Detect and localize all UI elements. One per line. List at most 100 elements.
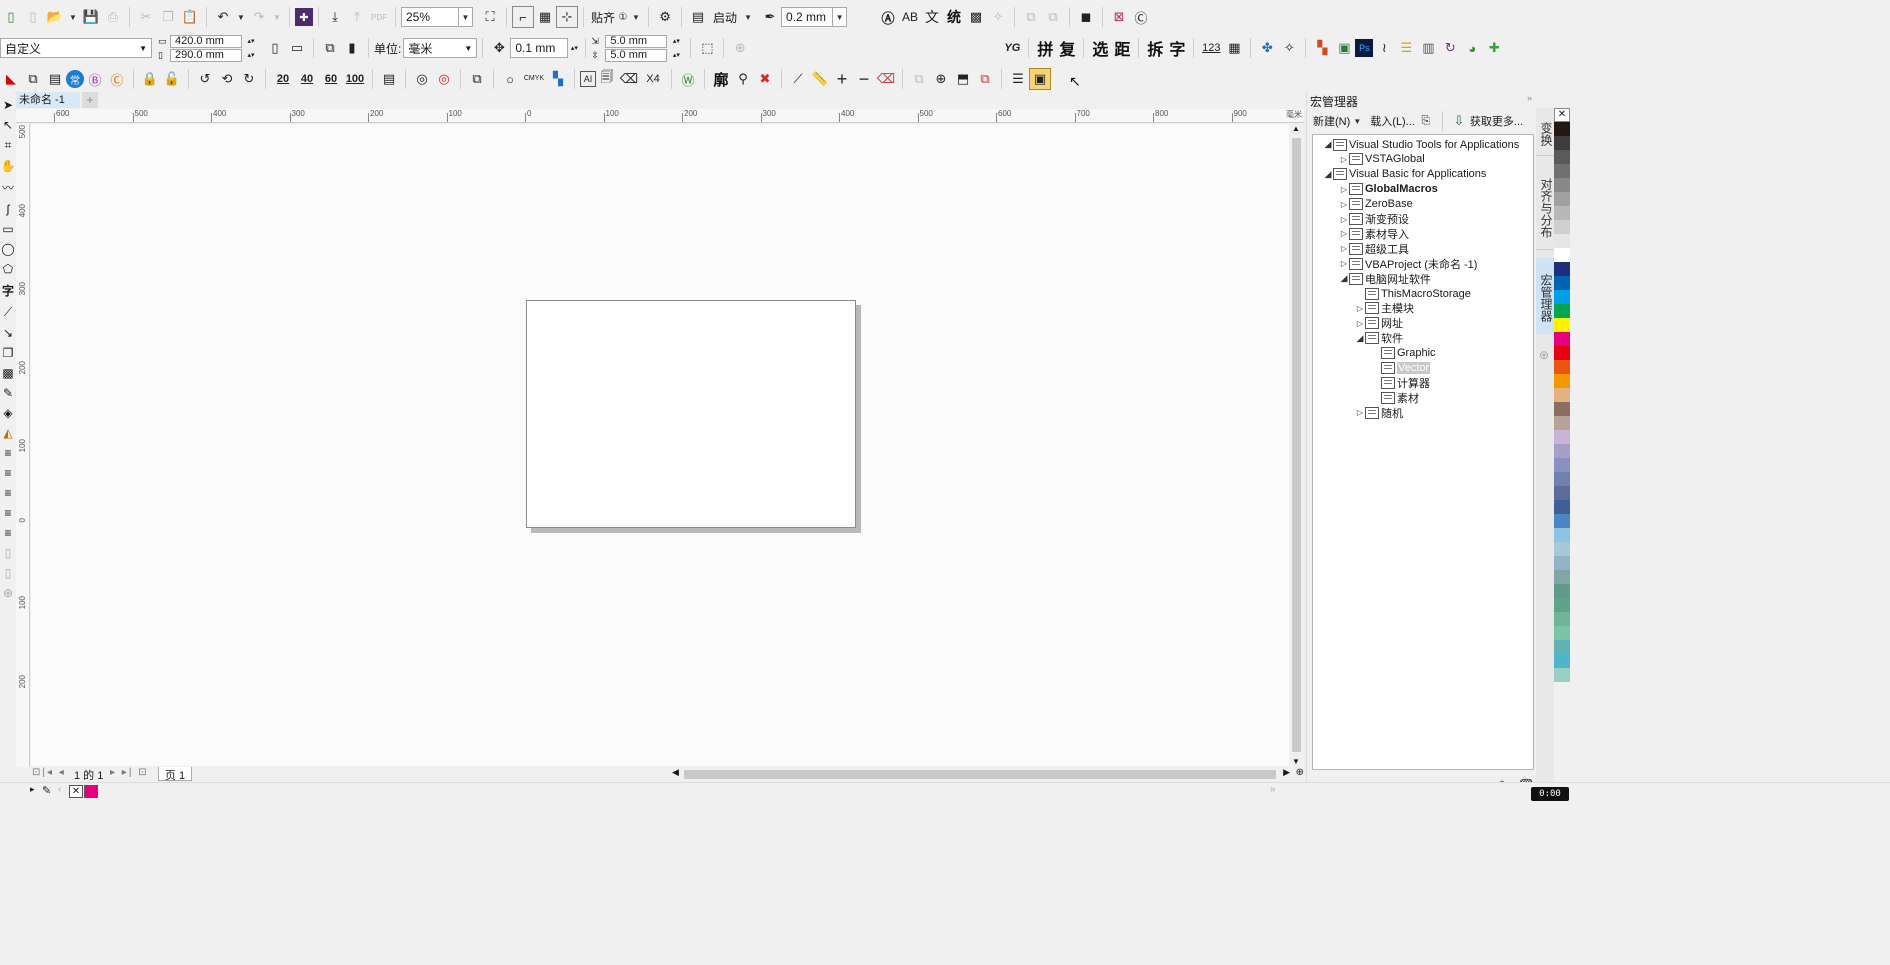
add-docker-icon[interactable]: ⊕ xyxy=(1539,348,1549,362)
tree-expand-icon[interactable]: ▷ xyxy=(1339,229,1349,238)
tree-expand-icon[interactable]: ▷ xyxy=(1339,200,1349,209)
outline-width-dropdown-icon[interactable]: ▼ xyxy=(833,7,848,27)
color-swatch[interactable] xyxy=(1554,486,1570,500)
tree-expand-icon[interactable]: ▷ xyxy=(1339,215,1349,224)
dimension-tool-icon[interactable]: ⟋ xyxy=(4,305,12,320)
duplicate-y-input[interactable]: 5.0 mm xyxy=(605,48,668,62)
wand-icon[interactable]: ✧ xyxy=(987,6,1009,28)
macro-pin-button[interactable]: 拼 xyxy=(1034,37,1056,59)
macro-yg-button[interactable]: YG xyxy=(1001,37,1023,59)
color-swatch[interactable] xyxy=(1554,360,1570,374)
arrow-loop-icon[interactable]: ↻ xyxy=(1439,37,1461,59)
size-100-button[interactable]: 100 xyxy=(343,68,367,90)
show-rulers-icon[interactable]: ⌐ xyxy=(512,6,534,28)
transparency-tool-icon[interactable]: ▩ xyxy=(2,366,13,380)
page-tab[interactable]: 页 1 xyxy=(158,767,192,782)
pattern-icon[interactable]: ▩ xyxy=(965,6,987,28)
docker-tab-align[interactable]: 对齐与分布 xyxy=(1536,166,1554,250)
color-swatch[interactable] xyxy=(1554,192,1570,206)
full-screen-icon[interactable]: ⛶ xyxy=(479,6,501,28)
macro-tree-node[interactable]: ▷ 素材导入 xyxy=(1339,226,1409,241)
docker-collapse-icon[interactable]: » xyxy=(1527,93,1532,103)
color-swatch[interactable] xyxy=(1554,164,1570,178)
target-icon[interactable]: ◎ xyxy=(411,68,433,90)
text-tool-icon[interactable]: 字 xyxy=(2,282,14,299)
pan-tool-icon[interactable]: ✋ xyxy=(1,159,16,173)
color-swatch[interactable] xyxy=(1554,178,1570,192)
color-swatch[interactable] xyxy=(1554,514,1570,528)
launch-label[interactable]: 启动 xyxy=(709,9,741,26)
all-pages-icon[interactable]: ⧉ xyxy=(319,37,341,59)
pdf-icon[interactable]: PDF xyxy=(368,6,390,28)
outline-width-input[interactable]: 0.2 mm xyxy=(781,7,834,27)
color-swatch[interactable] xyxy=(1554,234,1570,248)
snap-to-label[interactable]: 贴齐 xyxy=(589,9,617,26)
tree-collapse-icon[interactable]: ◢ xyxy=(1323,139,1333,150)
download-icon[interactable]: ⇩ xyxy=(1448,110,1470,132)
add-tool-icon[interactable]: ⊕ xyxy=(3,586,13,600)
macro-tree-node[interactable]: 素材 xyxy=(1371,390,1419,405)
copy-icon[interactable]: ❐ xyxy=(157,6,179,28)
distribute-icon[interactable]: ≡ xyxy=(4,526,11,540)
macro-tree-node[interactable]: ▷ 随机 xyxy=(1355,405,1403,420)
butterfly-icon[interactable]: ✤ xyxy=(1256,37,1278,59)
polygon-tool-icon[interactable]: ⬠ xyxy=(3,262,13,276)
shadow-tool-icon[interactable]: ❐ xyxy=(3,346,14,360)
docker-tab-transform[interactable]: 变换 xyxy=(1536,108,1554,156)
status-arrow-icon[interactable]: ▸ xyxy=(30,784,35,795)
macro-tree-node[interactable]: ▷ 主模块 xyxy=(1355,301,1414,316)
color-swatch[interactable] xyxy=(1554,640,1570,654)
ellipse-tool-icon[interactable]: ◯ xyxy=(1,242,14,256)
cut-icon[interactable]: ✂ xyxy=(135,6,157,28)
artistic-media-icon[interactable]: ʃ xyxy=(7,202,10,216)
macro-zi-button[interactable]: 字 xyxy=(1166,37,1188,59)
copy-to-icon[interactable]: ⧉ xyxy=(22,68,44,90)
pick-tool-icon[interactable]: ➤ xyxy=(3,98,13,112)
export-icon[interactable]: ⤒ xyxy=(346,6,368,28)
fill-color-swatch[interactable] xyxy=(84,785,98,798)
fill-tool-icon[interactable]: ◈ xyxy=(3,406,12,420)
undo-icon[interactable]: ↶ xyxy=(212,6,234,28)
macro-tree-node[interactable]: Vector xyxy=(1371,361,1431,376)
circle-icon[interactable]: ○ xyxy=(499,68,521,90)
delete-pages-icon[interactable]: ⧉ xyxy=(974,68,996,90)
minus-icon[interactable]: − xyxy=(853,68,875,90)
tree-expand-icon[interactable]: ▷ xyxy=(1339,155,1349,164)
shape-tool-icon[interactable]: ↖ xyxy=(3,118,13,132)
dup-x-spinner-icon[interactable]: ▴▾ xyxy=(667,37,685,45)
color-swatch[interactable] xyxy=(1554,136,1570,150)
new-tab-button[interactable]: + xyxy=(82,92,98,108)
color-swatch[interactable] xyxy=(1554,626,1570,640)
load-macro-button[interactable]: 载入(L)... xyxy=(1370,113,1415,129)
scroll-down-icon[interactable]: ▼ xyxy=(1292,757,1300,766)
color-swatch[interactable] xyxy=(1554,570,1570,584)
purple-badge-icon[interactable]: Ⓑ xyxy=(84,68,106,90)
sliders-icon[interactable]: ☰ xyxy=(1007,68,1029,90)
eyedropper-status-icon[interactable]: ✎ xyxy=(42,784,51,797)
color-swatch[interactable] xyxy=(1554,430,1570,444)
size-60-button[interactable]: 60 xyxy=(319,68,343,90)
duplicate-x-input[interactable]: 5.0 mm xyxy=(605,34,668,48)
macro-tree-node[interactable]: ▷ GlobalMacros xyxy=(1339,182,1438,197)
color-swatch[interactable] xyxy=(1554,346,1570,360)
clear-icon[interactable]: ⊠ xyxy=(1108,6,1130,28)
import-icon[interactable]: ⤓ xyxy=(324,6,346,28)
macro-manager-icon[interactable]: ▣ xyxy=(1029,68,1051,90)
color-convert-icon[interactable]: ▚ xyxy=(547,68,569,90)
layout-icon[interactable]: ▤ xyxy=(378,68,400,90)
x4-button[interactable]: X4 xyxy=(640,68,666,90)
open-folder-icon[interactable]: 📂 xyxy=(44,6,66,28)
color-swatch[interactable] xyxy=(1554,598,1570,612)
height-spinner-icon[interactable]: ▴▾ xyxy=(242,51,260,59)
eraser-icon[interactable]: ⌫ xyxy=(618,68,640,90)
horizontal-scroll-thumb[interactable] xyxy=(684,770,1276,779)
macro-fu-button[interactable]: 复 xyxy=(1056,37,1078,59)
justify-icon[interactable]: ≡ xyxy=(4,506,11,520)
undo-dropdown-icon[interactable]: ▼ xyxy=(234,7,248,27)
vertical-scrollbar[interactable]: ▲ ▼ xyxy=(1289,124,1304,766)
page-preset-select[interactable]: 自定义 ▼ xyxy=(0,38,152,58)
color-swatch[interactable] xyxy=(1554,304,1570,318)
page-height-input[interactable]: 290.0 mm xyxy=(170,48,242,62)
tree-expand-icon[interactable]: ▷ xyxy=(1355,304,1365,313)
color-swatch[interactable] xyxy=(1554,122,1570,136)
